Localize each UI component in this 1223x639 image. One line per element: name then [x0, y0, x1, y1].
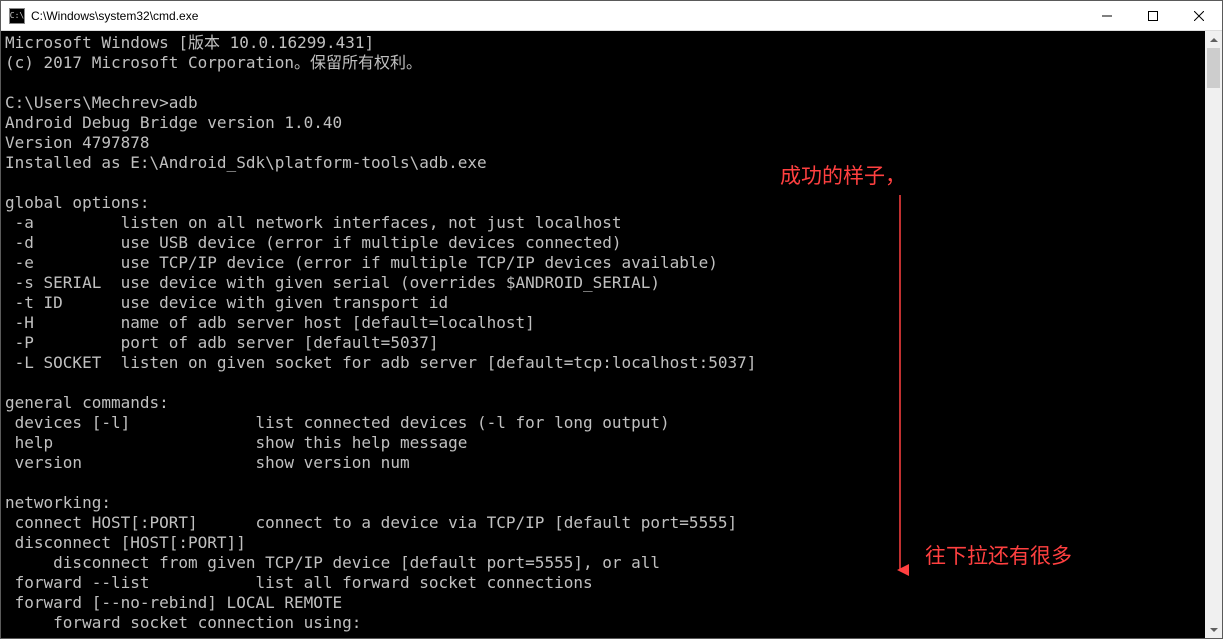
console-output[interactable]: Microsoft Windows [版本 10.0.16299.431] (c…	[1, 31, 1205, 638]
close-button[interactable]	[1176, 1, 1222, 30]
scroll-up-button[interactable]	[1205, 31, 1222, 48]
titlebar[interactable]: C:\ C:\Windows\system32\cmd.exe	[1, 1, 1222, 31]
console-wrapper: Microsoft Windows [版本 10.0.16299.431] (c…	[1, 31, 1222, 638]
cmd-window: C:\ C:\Windows\system32\cmd.exe Microsof…	[0, 0, 1223, 639]
minimize-button[interactable]	[1084, 1, 1130, 30]
scrollbar-track[interactable]	[1205, 48, 1222, 621]
window-controls	[1084, 1, 1222, 30]
vertical-scrollbar[interactable]	[1205, 31, 1222, 638]
scroll-down-button[interactable]	[1205, 621, 1222, 638]
cmd-icon: C:\	[9, 8, 25, 24]
scrollbar-thumb[interactable]	[1207, 48, 1220, 88]
maximize-button[interactable]	[1130, 1, 1176, 30]
window-title: C:\Windows\system32\cmd.exe	[31, 9, 1084, 23]
